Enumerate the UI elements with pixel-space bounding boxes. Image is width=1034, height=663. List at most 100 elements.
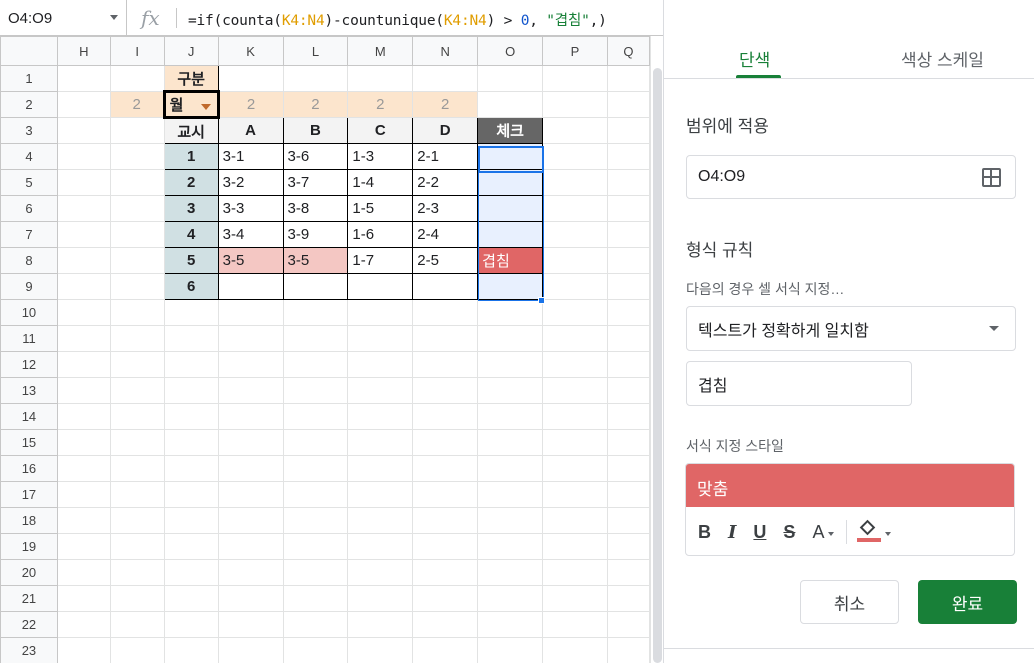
cell[interactable] <box>217 559 284 586</box>
cell[interactable] <box>217 455 284 482</box>
cell[interactable] <box>56 611 111 638</box>
cell[interactable] <box>109 637 165 663</box>
cell[interactable] <box>109 273 165 300</box>
cell[interactable] <box>347 481 414 508</box>
cell[interactable] <box>606 507 650 534</box>
cell[interactable] <box>163 611 219 638</box>
cell[interactable] <box>542 117 608 144</box>
row-header-22[interactable]: 22 <box>0 611 58 638</box>
cell[interactable] <box>217 585 284 612</box>
table-cell[interactable] <box>477 273 544 300</box>
cell[interactable] <box>217 65 284 92</box>
range-input[interactable]: O4:O9 <box>686 155 1016 199</box>
cell[interactable] <box>477 299 544 326</box>
cell[interactable] <box>606 533 650 560</box>
cell[interactable] <box>412 325 479 352</box>
period-cell[interactable]: 1 <box>163 143 219 170</box>
cell[interactable] <box>163 637 219 663</box>
header-d[interactable]: D <box>412 117 479 144</box>
cell[interactable] <box>56 429 111 456</box>
cell[interactable] <box>412 377 479 404</box>
column-header-l[interactable]: L <box>282 36 349 66</box>
cell[interactable] <box>109 169 165 196</box>
row-header-15[interactable]: 15 <box>0 429 58 456</box>
table-cell[interactable]: 2-1 <box>412 143 479 170</box>
header-check[interactable]: 체크 <box>477 117 544 144</box>
italic-button[interactable]: I <box>728 522 736 543</box>
table-cell[interactable]: 3-1 <box>217 143 284 170</box>
chevron-down-icon[interactable] <box>828 532 835 536</box>
cell[interactable] <box>412 637 479 663</box>
day-dropdown[interactable]: 월 <box>162 90 220 119</box>
tab-single-color[interactable]: 단색 <box>739 46 770 71</box>
cell[interactable] <box>542 533 608 560</box>
cell[interactable] <box>606 351 650 378</box>
cell[interactable] <box>109 533 165 560</box>
cell[interactable] <box>347 351 414 378</box>
cell[interactable] <box>163 403 219 430</box>
cell[interactable] <box>542 559 608 586</box>
cell[interactable] <box>56 65 111 92</box>
table-cell[interactable] <box>477 169 544 196</box>
name-box[interactable]: O4:O9 <box>0 0 127 36</box>
table-cell[interactable]: 3-3 <box>217 195 284 222</box>
cell[interactable] <box>347 299 414 326</box>
row-header-9[interactable]: 9 <box>0 273 58 300</box>
cell[interactable] <box>477 65 544 92</box>
cell[interactable] <box>477 533 544 560</box>
cell[interactable] <box>282 429 349 456</box>
table-cell[interactable] <box>477 195 544 222</box>
cell[interactable] <box>412 351 479 378</box>
row-header-2[interactable]: 2 <box>0 91 58 118</box>
table-cell[interactable]: 2-5 <box>412 247 479 274</box>
cell[interactable] <box>109 143 165 170</box>
column-header-q[interactable]: Q <box>606 36 650 66</box>
row-header-20[interactable]: 20 <box>0 559 58 586</box>
cell[interactable] <box>542 247 608 274</box>
table-cell[interactable]: 3-5 <box>217 247 284 274</box>
cell[interactable] <box>109 351 165 378</box>
cell[interactable] <box>542 507 608 534</box>
cell[interactable] <box>282 403 349 430</box>
table-cell[interactable]: 3-5 <box>282 247 349 274</box>
table-cell[interactable]: 3-2 <box>217 169 284 196</box>
strikethrough-button[interactable]: S <box>783 522 795 543</box>
cell[interactable] <box>56 325 111 352</box>
cell[interactable] <box>56 195 111 222</box>
cell[interactable] <box>163 481 219 508</box>
cell[interactable]: 2 <box>282 91 349 118</box>
cancel-button[interactable]: 취소 <box>800 580 899 624</box>
cell[interactable] <box>606 325 650 352</box>
cell[interactable] <box>347 65 414 92</box>
row-header-21[interactable]: 21 <box>0 585 58 612</box>
table-cell[interactable]: 1-4 <box>347 169 414 196</box>
cell[interactable] <box>542 481 608 508</box>
cell[interactable] <box>347 455 414 482</box>
cell[interactable] <box>217 611 284 638</box>
table-cell[interactable] <box>347 273 414 300</box>
cell[interactable] <box>606 611 650 638</box>
table-cell[interactable]: 1-7 <box>347 247 414 274</box>
header-period[interactable]: 교시 <box>163 117 219 144</box>
cell[interactable] <box>282 325 349 352</box>
period-cell[interactable]: 6 <box>163 273 219 300</box>
cell[interactable] <box>56 377 111 404</box>
cell[interactable] <box>56 169 111 196</box>
row-header-23[interactable]: 23 <box>0 637 58 663</box>
cell[interactable] <box>347 585 414 612</box>
cell[interactable] <box>606 195 650 222</box>
cell[interactable] <box>163 325 219 352</box>
cell[interactable] <box>477 559 544 586</box>
cell[interactable] <box>606 429 650 456</box>
column-header-j[interactable]: J <box>163 36 219 66</box>
cell[interactable] <box>606 273 650 300</box>
period-cell[interactable]: 2 <box>163 169 219 196</box>
header-c[interactable]: C <box>347 117 414 144</box>
cell[interactable] <box>347 559 414 586</box>
row-header-19[interactable]: 19 <box>0 533 58 560</box>
cell[interactable] <box>477 585 544 612</box>
cell[interactable] <box>282 377 349 404</box>
table-cell[interactable]: 1-5 <box>347 195 414 222</box>
cell[interactable] <box>282 481 349 508</box>
cell[interactable] <box>477 325 544 352</box>
